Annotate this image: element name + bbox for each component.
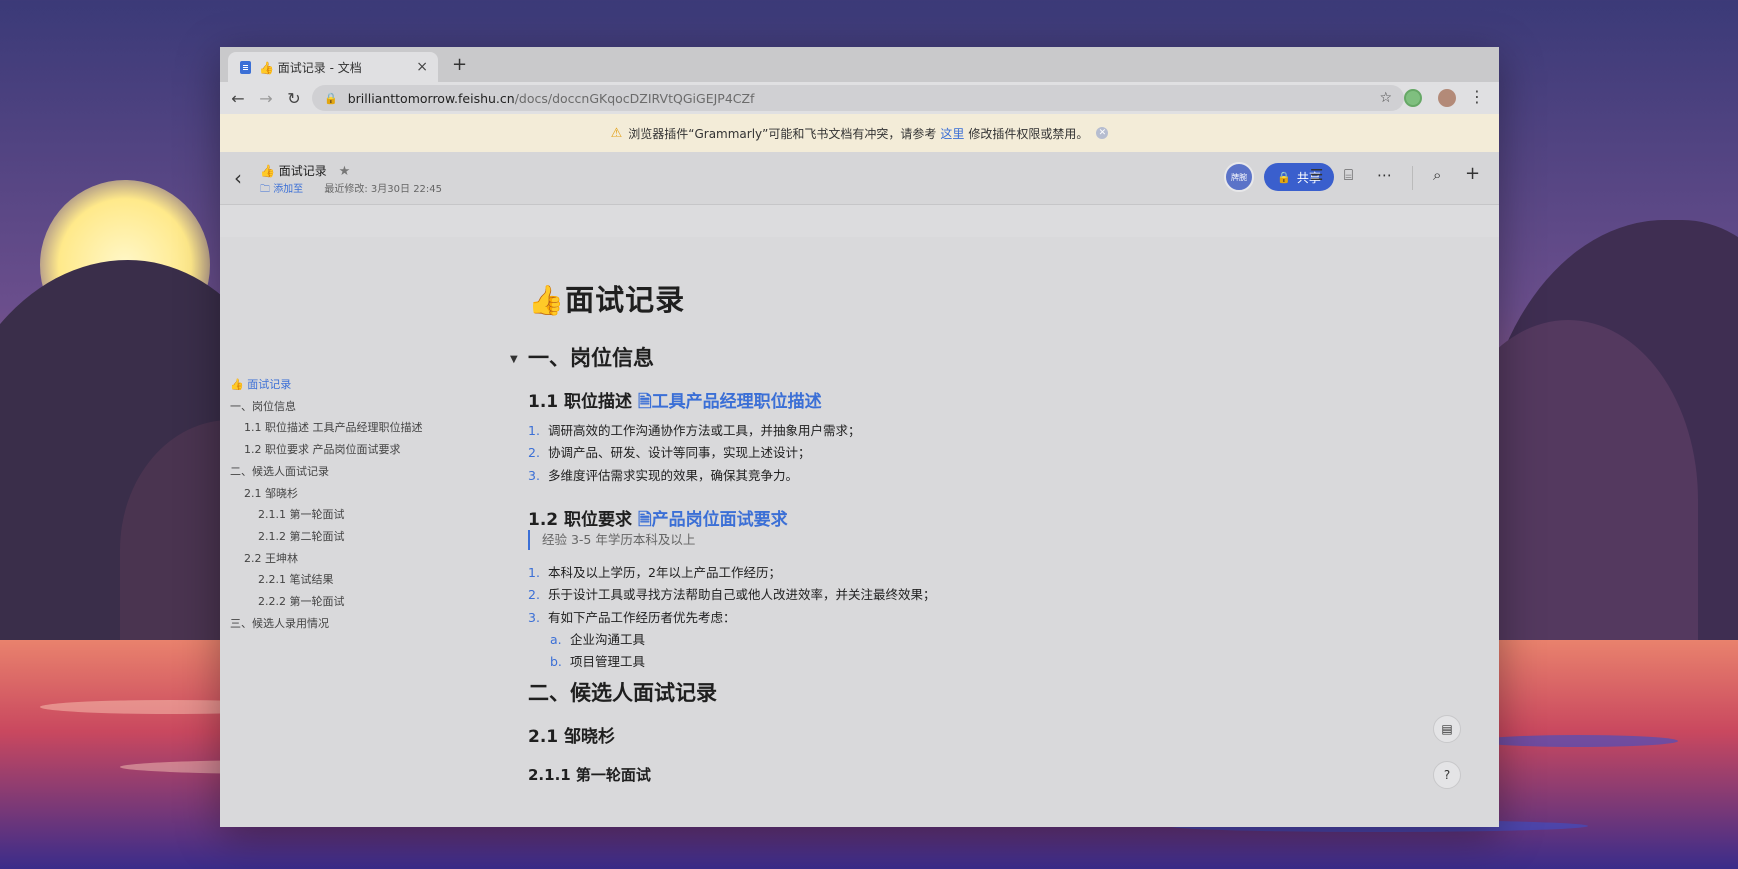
add-to-folder-button[interactable]: 🗀 添加至 — [260, 184, 303, 195]
list-item-text: 企业沟通工具 — [570, 631, 646, 647]
header-divider — [1412, 166, 1413, 190]
share-lock-icon: 🔒 — [1277, 170, 1291, 184]
help-icon[interactable]: ? — [1433, 761, 1461, 789]
back-chevron-icon[interactable]: ‹ — [234, 166, 242, 190]
url-path: /docs/doccnGKqocDZIRVtQGiGEJP4CZf — [514, 90, 755, 106]
tab-close-icon[interactable]: × — [416, 59, 428, 75]
list-item-text: 有如下产品工作经历者优先考虑： — [548, 609, 736, 625]
list-item: 1. 调研高效的工作沟通协作方法或工具，并抽象用户需求； — [528, 423, 861, 438]
toc-item[interactable]: 2.1 邹晓杉 — [230, 483, 423, 505]
comment-icon[interactable]: ▤ — [1433, 715, 1461, 743]
presentation-icon[interactable]: ⌸ — [1344, 166, 1353, 184]
doc-link[interactable]: 工具产品经理职位描述 — [652, 392, 822, 412]
favorite-star-icon[interactable]: ★ — [339, 164, 351, 179]
collapse-caret-icon[interactable]: ▼ — [510, 354, 518, 365]
toc-item[interactable]: 2.2.1 笔试结果 — [230, 569, 423, 591]
address-bar: ← → ↻ 🔒 brillianttomorrow.feishu.cn/docs… — [220, 82, 1499, 114]
heading-1-1-prefix: 1.1 职位描述 — [528, 392, 633, 412]
list-item: 2. 乐于设计工具或寻找方法帮助自己或他人改进效率，并关注最终效果； — [528, 587, 936, 603]
plugin-warning-bar: ⚠ 浏览器插件“Grammarly”可能和飞书文档有冲突，请参考 这里 修改插件… — [220, 114, 1499, 152]
doc-title-text: 👍 面试记录 — [260, 164, 327, 178]
warning-link[interactable]: 这里 — [940, 125, 964, 142]
outline-list-icon[interactable]: ☰ — [1310, 166, 1323, 184]
tab-bar: 👍 面试记录 - 文档 × + — [220, 47, 1499, 82]
grammarly-extension-icon[interactable] — [1404, 89, 1422, 107]
toc-item[interactable]: 2.1.1 第一轮面试 — [230, 504, 423, 526]
lock-icon: 🔒 — [324, 91, 338, 105]
list-item: 3. 多维度评估需求实现的效果，确保其竞争力。 — [528, 467, 799, 483]
list-item: b. 项目管理工具 — [528, 651, 936, 673]
toc-item[interactable]: 一、岗位信息 — [230, 396, 423, 418]
toc-item[interactable]: 2.1.2 第二轮面试 — [230, 526, 423, 548]
collaborator-avatar[interactable]: 牌腕 — [1224, 162, 1254, 192]
search-icon[interactable]: ⌕ — [1433, 166, 1441, 184]
list-item-text: 协调产品、研发、设计等同事，实现上述设计； — [548, 445, 811, 461]
close-icon[interactable]: ✕ — [1096, 127, 1109, 139]
warning-text-after: 修改插件权限或禁用。 — [968, 126, 1089, 141]
list-item: 1. 本科及以上学历，2年以上产品工作经历； — [528, 565, 781, 580]
doc-favicon-icon — [240, 60, 251, 74]
list-item-text: 多维度评估需求实现的效果，确保其竞争力。 — [548, 467, 799, 483]
toc-item[interactable]: 👍 面试记录 — [230, 374, 423, 396]
wallpaper-wave — [1478, 735, 1678, 747]
doc-link-icon: 🗎 — [637, 392, 652, 412]
browser-window: 👍 面试记录 - 文档 × + ← → ↻ 🔒 brillianttomorro… — [220, 47, 1499, 827]
list-item: 3. 有如下产品工作经历者优先考虑： — [528, 609, 736, 625]
more-dots-icon[interactable]: ⋯ — [1377, 166, 1392, 184]
new-tab-button[interactable]: + — [452, 54, 467, 75]
url-input[interactable]: 🔒 brillianttomorrow.feishu.cn/docs/doccn… — [312, 85, 1404, 111]
last-modified: 最近修改: 3月30日 22:45 — [324, 184, 443, 195]
heading-2-1-1: 2.1.1 第一轮面试 — [528, 766, 651, 784]
ordered-list: 1. 本科及以上学历，2年以上产品工作经历； 2. 乐于设计工具或寻找方法帮助自己或… — [528, 562, 936, 673]
toc-item[interactable]: 1.1 职位描述 工具产品经理职位描述 — [230, 417, 423, 439]
reload-icon[interactable]: ↻ — [280, 89, 308, 108]
browser-menu-icon[interactable]: ⋮ — [1469, 87, 1485, 106]
list-item: a. 企业沟通工具 — [528, 629, 936, 651]
warning-text: 浏览器插件“Grammarly”可能和飞书文档有冲突，请参考 — [628, 126, 937, 141]
heading-1-2-prefix: 1.2 职位要求 — [528, 510, 633, 530]
list-item-text: 本科及以上学历，2年以上产品工作经历； — [548, 565, 781, 580]
heading-1-1: 1.1 职位描述 🗎工具产品经理职位描述 — [528, 387, 822, 418]
ordered-list: 1. 调研高效的工作沟通协作方法或工具，并抽象用户需求； 2. 协调产品、研发、设计… — [528, 420, 861, 487]
list-item-text: 调研高效的工作沟通协作方法或工具，并抽象用户需求； — [548, 423, 861, 438]
toc-item[interactable]: 二、候选人面试记录 — [230, 461, 423, 483]
share-button[interactable]: 🔒 共享 — [1264, 163, 1334, 191]
list-item-text: 项目管理工具 — [570, 654, 646, 670]
toc-item[interactable]: 2.2.2 第一轮面试 — [230, 591, 423, 613]
heading-2-1: 2.1 邹晓杉 — [528, 727, 616, 747]
url-host: brillianttomorrow.feishu.cn — [347, 90, 515, 106]
heading-section-2: 二、候选人面试记录 — [528, 681, 717, 705]
warning-icon: ⚠ — [610, 125, 623, 141]
toc-item[interactable]: 1.2 职位要求 产品岗位面试要求 — [230, 439, 423, 461]
sub-marker: b. — [550, 654, 562, 670]
forward-arrow-icon[interactable]: → — [252, 89, 280, 108]
toc-item[interactable]: 2.2 王坤林 — [230, 548, 423, 570]
doc-link-icon: 🗎 — [637, 510, 652, 530]
doc-body: 👍 面试记录 一、岗位信息 1.1 职位描述 工具产品经理职位描述 1.2 职位… — [220, 237, 1499, 827]
list-item-text: 乐于设计工具或寻找方法帮助自己或他人改进效率，并关注最终效果； — [548, 587, 936, 603]
doc-header: ‹ 👍 面试记录 ★ 🗀 添加至 最近修改: 3月30日 22:45 牌腕 🔒 … — [220, 152, 1499, 205]
doc-meta: 🗀 添加至 最近修改: 3月30日 22:45 — [260, 180, 442, 199]
table-of-contents: 👍 面试记录 一、岗位信息 1.1 职位描述 工具产品经理职位描述 1.2 职位… — [230, 374, 423, 634]
blockquote: 经验 3-5 年学历本科及以上 — [528, 530, 695, 550]
doc-link[interactable]: 产品岗位面试要求 — [652, 510, 788, 530]
list-item: 2. 协调产品、研发、设计等同事，实现上述设计； — [528, 445, 811, 461]
toc-item[interactable]: 三、候选人录用情况 — [230, 613, 423, 635]
plus-icon[interactable]: + — [1465, 163, 1480, 184]
back-arrow-icon[interactable]: ← — [224, 89, 252, 108]
bookmark-star-icon[interactable]: ☆ — [1379, 90, 1392, 106]
doc-title: 👍 面试记录 ★ — [260, 162, 350, 179]
profile-avatar-icon[interactable] — [1438, 89, 1456, 107]
page-title: 👍面试记录 — [528, 283, 686, 317]
heading-section-1: 一、岗位信息 — [528, 346, 654, 370]
tab-title: 👍 面试记录 - 文档 — [259, 60, 362, 75]
browser-tab[interactable]: 👍 面试记录 - 文档 × — [228, 52, 438, 82]
add-to-label: 添加至 — [273, 184, 304, 195]
sub-marker: a. — [550, 631, 562, 647]
